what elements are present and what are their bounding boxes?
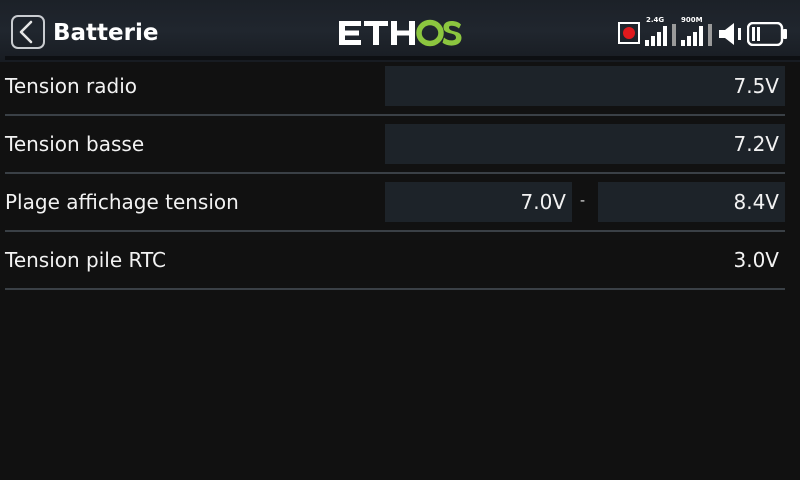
record-icon bbox=[618, 22, 640, 44]
battery-screen: Batterie 2.4G 900M Tension radio 7.5V Te… bbox=[0, 0, 800, 480]
tension-pile-rtc-value: 3.0V bbox=[733, 248, 780, 272]
ethos-logo bbox=[339, 19, 462, 47]
setting-label: Plage affichage tension bbox=[5, 190, 239, 214]
setting-label: Tension pile RTC bbox=[5, 248, 166, 272]
signal-2-4g-icon bbox=[645, 26, 667, 46]
page-title: Batterie bbox=[53, 20, 159, 46]
tension-basse-field[interactable]: 7.2V bbox=[385, 124, 785, 164]
setting-label: Tension radio bbox=[5, 74, 138, 98]
setting-label: Tension basse bbox=[5, 132, 145, 156]
plage-min-field[interactable]: 7.0V bbox=[385, 182, 572, 222]
plage-max-field[interactable]: 8.4V bbox=[598, 182, 785, 222]
status-icons: 2.4G 900M bbox=[616, 16, 790, 48]
chevron-left-icon bbox=[19, 20, 33, 44]
setting-row-tension-basse: Tension basse 7.2V bbox=[0, 116, 800, 172]
setting-row-tension-pile-rtc: Tension pile RTC 3.0V bbox=[0, 232, 800, 288]
speaker-icon bbox=[719, 23, 741, 45]
setting-row-plage-affichage: Plage affichage tension 7.0V - 8.4V bbox=[0, 174, 800, 230]
back-button[interactable] bbox=[11, 15, 45, 49]
signal-900m-icon bbox=[681, 26, 703, 46]
tension-radio-field[interactable]: 7.5V bbox=[385, 66, 785, 106]
band-2-4g-label: 2.4G bbox=[646, 16, 665, 24]
status-separator bbox=[672, 24, 676, 46]
setting-row-tension-radio: Tension radio 7.5V bbox=[0, 58, 800, 114]
battery-icon bbox=[747, 22, 787, 46]
band-900m-label: 900M bbox=[681, 16, 703, 24]
header-bar: Batterie 2.4G 900M bbox=[0, 0, 800, 62]
status-separator bbox=[708, 24, 712, 46]
range-separator: - bbox=[580, 193, 586, 209]
row-divider bbox=[5, 288, 785, 290]
